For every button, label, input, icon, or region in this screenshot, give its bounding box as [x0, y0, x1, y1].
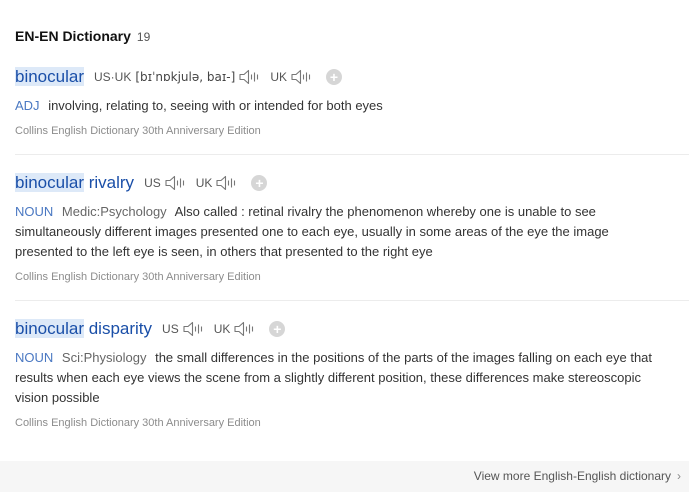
entry-word[interactable]: binocular rivalry: [15, 173, 134, 193]
entry-headline: binocular US·UK [bɪˈnɒkjulə, baɪ-] UK +: [15, 64, 689, 90]
word-highlight[interactable]: binocular: [15, 67, 84, 86]
entry-binocular-rivalry: binocular rivalry US UK + NOUN Medic:Psy…: [15, 170, 689, 301]
add-to-wordbook-button[interactable]: +: [251, 175, 268, 191]
dictionary-title: EN-EN Dictionary: [15, 28, 131, 44]
part-of-speech: ADJ: [15, 98, 40, 113]
word-highlight[interactable]: binocular: [15, 173, 84, 192]
entry-headline: binocular rivalry US UK +: [15, 170, 689, 196]
entry-binocular: binocular US·UK [bɪˈnɒkjulə, baɪ-] UK + …: [15, 64, 689, 155]
pron-label-us: US: [144, 176, 161, 190]
entry-binocular-disparity: binocular disparity US UK + NOUN Sci:Phy…: [15, 316, 689, 429]
speaker-icon[interactable]: [238, 68, 260, 86]
definition: ADJ involving, relating to, seeing with …: [15, 96, 689, 116]
speaker-icon[interactable]: [233, 320, 255, 338]
footer-bar: View more English-English dictionary ›: [0, 461, 689, 492]
pron-label-uk: UK: [213, 322, 231, 336]
definition-text: involving, relating to, seeing with or i…: [48, 98, 383, 113]
word-highlight[interactable]: binocular: [15, 319, 84, 338]
speaker-icon[interactable]: [164, 174, 186, 192]
view-more-label[interactable]: View more English-English dictionary: [474, 469, 671, 483]
pron-label-us-uk: US·UK: [94, 70, 132, 84]
definition: NOUN Sci:Physiology the small difference…: [15, 348, 689, 408]
pron-label-uk: UK: [195, 176, 213, 190]
source-label: Collins English Dictionary 30th Annivers…: [15, 417, 261, 429]
word-rest[interactable]: rivalry: [84, 173, 134, 192]
pronunciation: US UK +: [162, 320, 286, 338]
definition: NOUN Medic:Psychology Also called : reti…: [15, 202, 689, 262]
word-rest[interactable]: disparity: [84, 319, 152, 338]
part-of-speech: NOUN: [15, 350, 54, 365]
entry-word[interactable]: binocular disparity: [15, 319, 152, 339]
result-count: 19: [136, 30, 151, 44]
chevron-right-icon: ›: [677, 469, 681, 483]
subject-domain: Sci:Physiology: [61, 350, 147, 365]
part-of-speech: NOUN: [15, 204, 54, 219]
source-label: Collins English Dictionary 30th Annivers…: [15, 271, 261, 283]
subject-domain: Medic:Psychology: [61, 204, 167, 219]
pronunciation-us-uk: US·UK [bɪˈnɒkjulə, baɪ-] UK +: [94, 68, 342, 86]
entry-headline: binocular disparity US UK +: [15, 316, 689, 342]
dictionary-header: EN-EN Dictionary 19: [15, 28, 150, 44]
phonetic-transcription: [bɪˈnɒkjulə, baɪ-]: [135, 70, 236, 84]
pronunciation: US UK +: [144, 174, 268, 192]
entry-word[interactable]: binocular: [15, 67, 84, 87]
speaker-icon[interactable]: [215, 174, 237, 192]
divider: [15, 300, 689, 301]
add-to-wordbook-button[interactable]: +: [325, 69, 342, 85]
source-label: Collins English Dictionary 30th Annivers…: [15, 125, 261, 137]
pron-label-uk: UK: [270, 70, 287, 84]
speaker-icon[interactable]: [290, 68, 312, 86]
pron-label-us: US: [162, 322, 179, 336]
view-more-link[interactable]: View more English-English dictionary ›: [474, 469, 681, 483]
add-to-wordbook-button[interactable]: +: [269, 321, 286, 337]
speaker-icon[interactable]: [182, 320, 204, 338]
divider: [15, 154, 689, 155]
